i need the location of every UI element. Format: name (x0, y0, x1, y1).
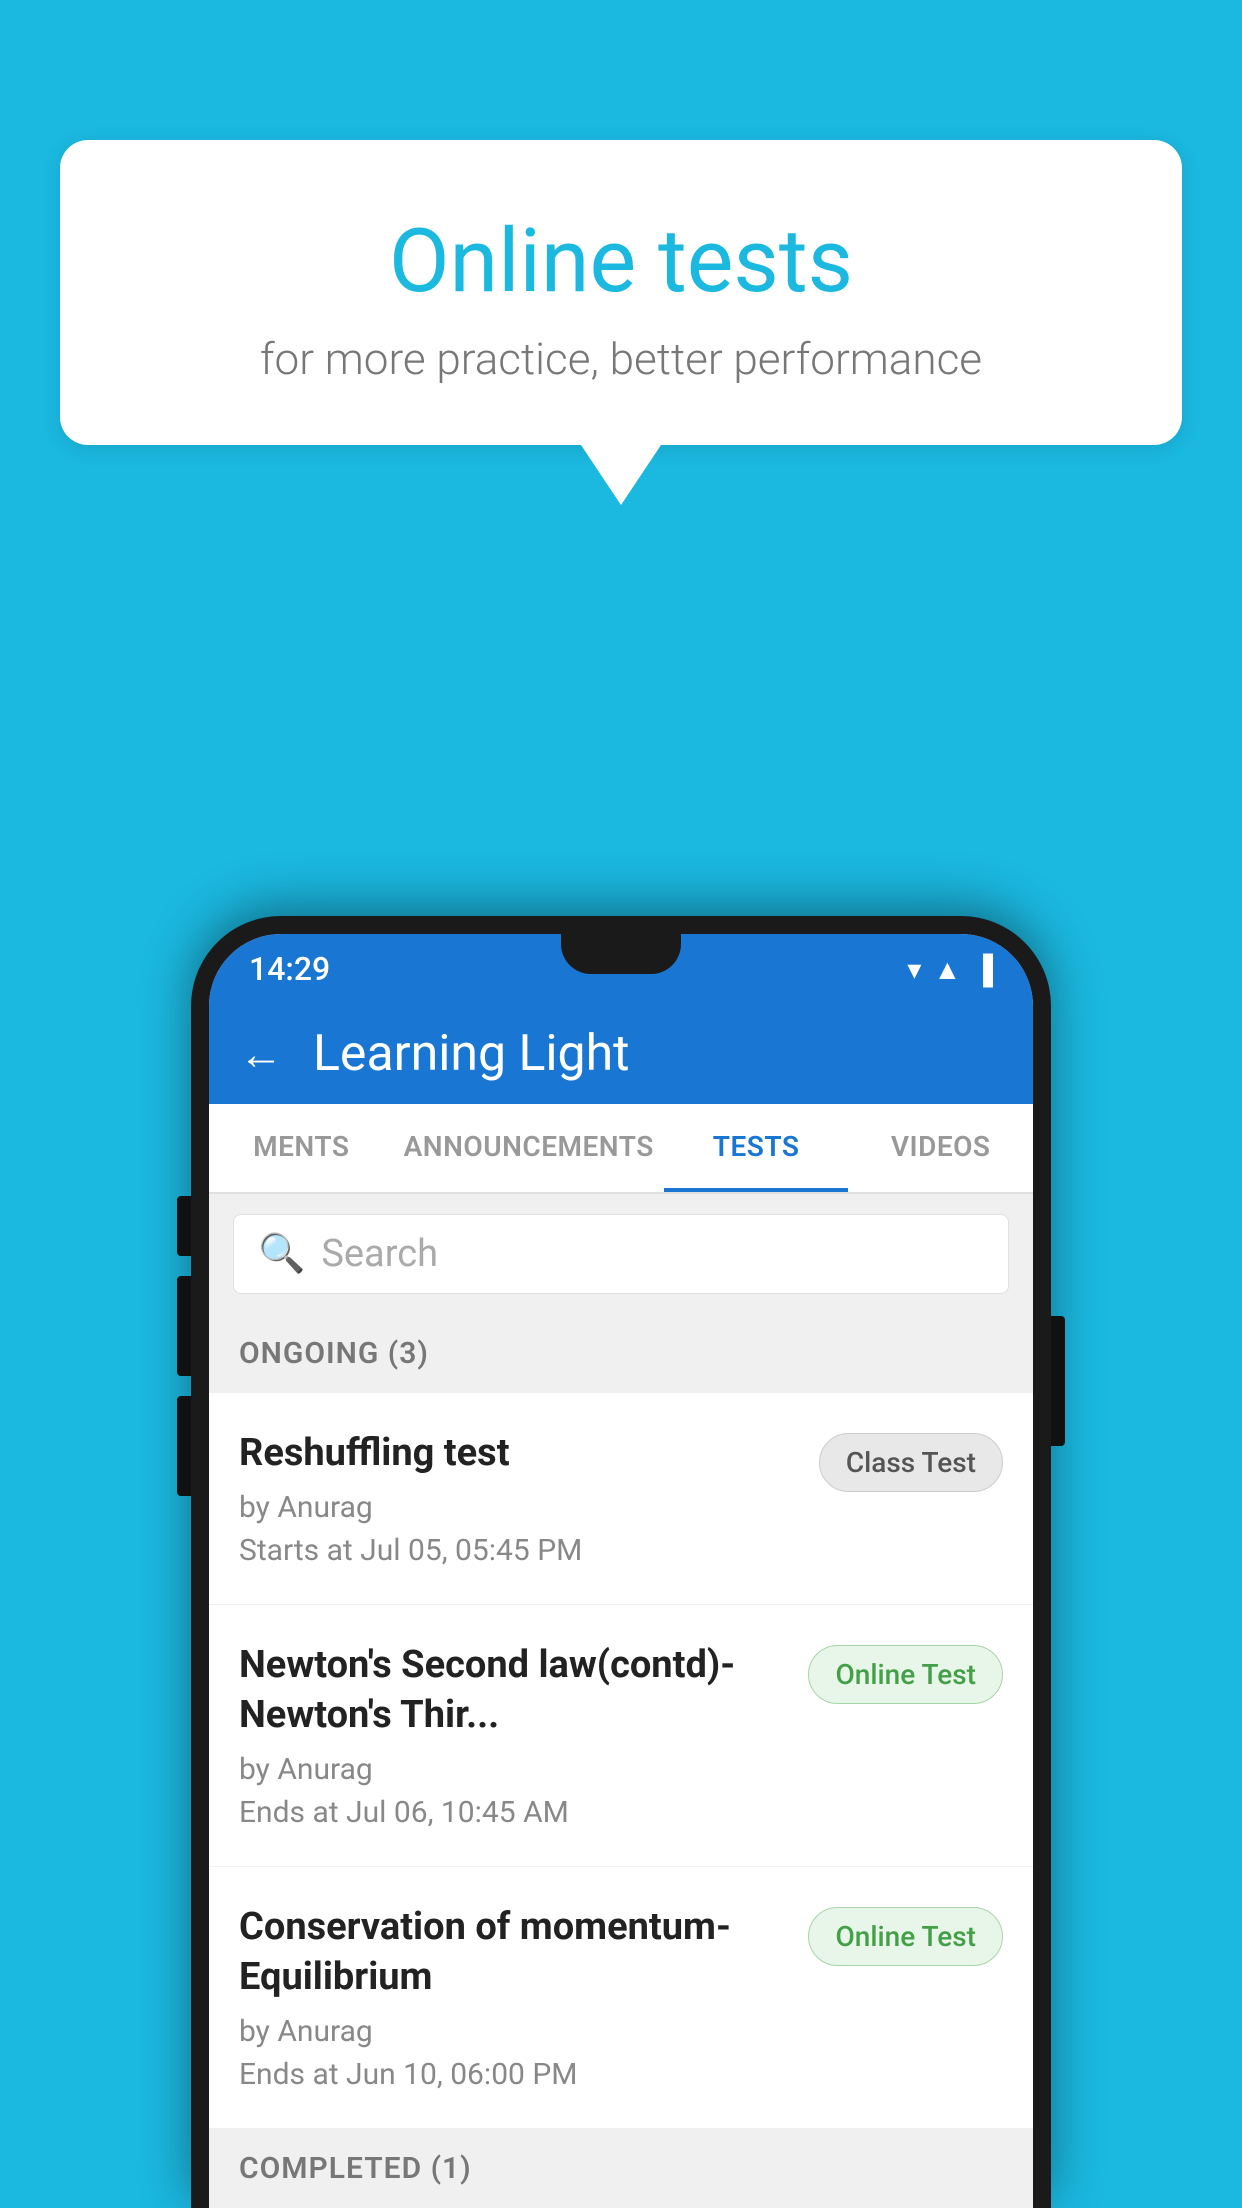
test-name-1: Reshuffling test (239, 1429, 799, 1478)
notch (561, 934, 681, 974)
power-button (1051, 1316, 1065, 1446)
app-bar: ← Learning Light (209, 1004, 1033, 1104)
test-item-1[interactable]: Reshuffling test by Anurag Starts at Jul… (209, 1393, 1033, 1605)
test-info-1: Reshuffling test by Anurag Starts at Jul… (239, 1429, 799, 1568)
test-badge-3: Online Test (808, 1907, 1003, 1966)
speech-bubble-container: Online tests for more practice, better p… (60, 140, 1182, 505)
battery-icon: ▐ (973, 953, 993, 986)
ongoing-section-title: ONGOING (3) (239, 1336, 429, 1371)
search-input[interactable]: Search (321, 1232, 438, 1276)
volume-down-button (177, 1276, 191, 1376)
signal-icon: ▲ (933, 953, 961, 986)
search-box[interactable]: 🔍 Search (233, 1214, 1009, 1294)
search-icon: 🔍 (258, 1232, 305, 1276)
test-item-3[interactable]: Conservation of momentum-Equilibrium by … (209, 1867, 1033, 2129)
silent-button (177, 1396, 191, 1496)
status-icons: ▾ ▲ ▐ (907, 953, 993, 986)
phone-outer: 14:29 ▾ ▲ ▐ ← Learning Light MENTS ANNOU… (191, 916, 1051, 2208)
search-container: 🔍 Search (209, 1194, 1033, 1314)
test-name-3: Conservation of momentum-Equilibrium (239, 1903, 788, 2002)
status-time: 14:29 (249, 950, 330, 988)
test-time-2: Ends at Jul 06, 10:45 AM (239, 1795, 788, 1830)
test-badge-2: Online Test (808, 1645, 1003, 1704)
test-item-2[interactable]: Newton's Second law(contd)-Newton's Thir… (209, 1605, 1033, 1867)
wifi-icon: ▾ (907, 953, 921, 986)
test-badge-1: Class Test (819, 1433, 1003, 1492)
tab-tests[interactable]: TESTS (664, 1104, 849, 1192)
completed-section-header: COMPLETED (1) (209, 2129, 1033, 2208)
status-bar: 14:29 ▾ ▲ ▐ (209, 934, 1033, 1004)
test-name-2: Newton's Second law(contd)-Newton's Thir… (239, 1641, 788, 1740)
test-by-2: by Anurag (239, 1752, 788, 1787)
test-info-2: Newton's Second law(contd)-Newton's Thir… (239, 1641, 788, 1830)
test-info-3: Conservation of momentum-Equilibrium by … (239, 1903, 788, 2092)
tab-videos[interactable]: VIDEOS (848, 1104, 1033, 1192)
phone-wrapper: 14:29 ▾ ▲ ▐ ← Learning Light MENTS ANNOU… (191, 916, 1051, 2208)
back-button[interactable]: ← (239, 1028, 283, 1080)
test-by-3: by Anurag (239, 2014, 788, 2049)
completed-section-title: COMPLETED (1) (239, 2151, 472, 2186)
volume-up-button (177, 1196, 191, 1256)
test-time-3: Ends at Jun 10, 06:00 PM (239, 2057, 788, 2092)
ongoing-section-header: ONGOING (3) (209, 1314, 1033, 1393)
phone-screen: 14:29 ▾ ▲ ▐ ← Learning Light MENTS ANNOU… (209, 934, 1033, 2208)
speech-bubble-subtitle: for more practice, better performance (140, 333, 1102, 385)
speech-bubble-arrow (581, 445, 661, 505)
tab-ments[interactable]: MENTS (209, 1104, 394, 1192)
test-by-1: by Anurag (239, 1490, 799, 1525)
test-time-1: Starts at Jul 05, 05:45 PM (239, 1533, 799, 1568)
tabs-bar: MENTS ANNOUNCEMENTS TESTS VIDEOS (209, 1104, 1033, 1194)
speech-bubble-title: Online tests (140, 210, 1102, 313)
tab-announcements[interactable]: ANNOUNCEMENTS (394, 1104, 664, 1192)
app-title: Learning Light (313, 1025, 630, 1083)
speech-bubble: Online tests for more practice, better p… (60, 140, 1182, 445)
test-list: Reshuffling test by Anurag Starts at Jul… (209, 1393, 1033, 2129)
